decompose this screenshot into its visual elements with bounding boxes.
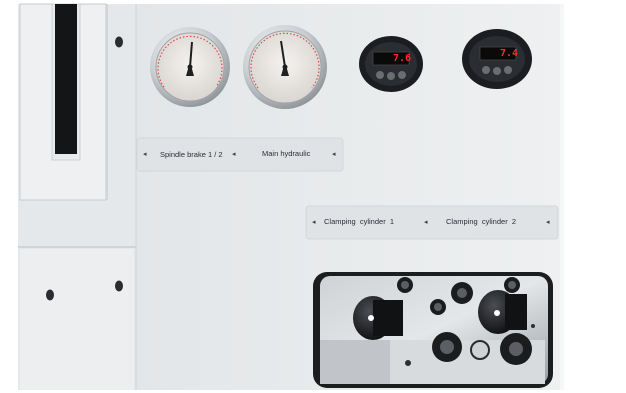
arrow-icon: ◂	[424, 218, 428, 226]
arrow-icon: ◂	[312, 218, 316, 226]
machine-panel-scene	[0, 0, 626, 393]
arrow-icon: ◂	[546, 218, 550, 226]
pressure-gauge-icon	[243, 25, 327, 109]
label-main-hydraulic: Main hydraulic	[262, 149, 311, 158]
lock-hole-icon	[115, 36, 123, 48]
digital-pressure-display-icon	[462, 29, 532, 89]
pressure-gauge-icon	[150, 27, 230, 107]
lock-hole-icon	[46, 289, 54, 301]
right-panel-edge	[560, 4, 564, 390]
valve-knob-icon	[478, 290, 527, 334]
left-door-lower	[20, 249, 134, 390]
label-spindle-brake: Spindle brake 1 / 2	[160, 150, 223, 159]
valve-knob-icon	[353, 296, 403, 340]
label-clamping-cylinder-2: Clamping cylinder 2	[446, 217, 517, 226]
display-reading-2: 7.4	[500, 48, 519, 59]
digital-pressure-display-icon	[359, 36, 423, 92]
display-reading-1: 7.6	[393, 53, 412, 64]
left-cabinet-seam	[106, 4, 108, 200]
arrow-icon: ◂	[143, 150, 147, 158]
arrow-icon: ◂	[332, 150, 336, 158]
label-clamping-cylinder-1: Clamping cylinder 1	[324, 217, 395, 226]
door-window-dark	[55, 4, 77, 154]
lock-hole-icon	[115, 280, 123, 292]
arrow-icon: ◂	[232, 150, 236, 158]
